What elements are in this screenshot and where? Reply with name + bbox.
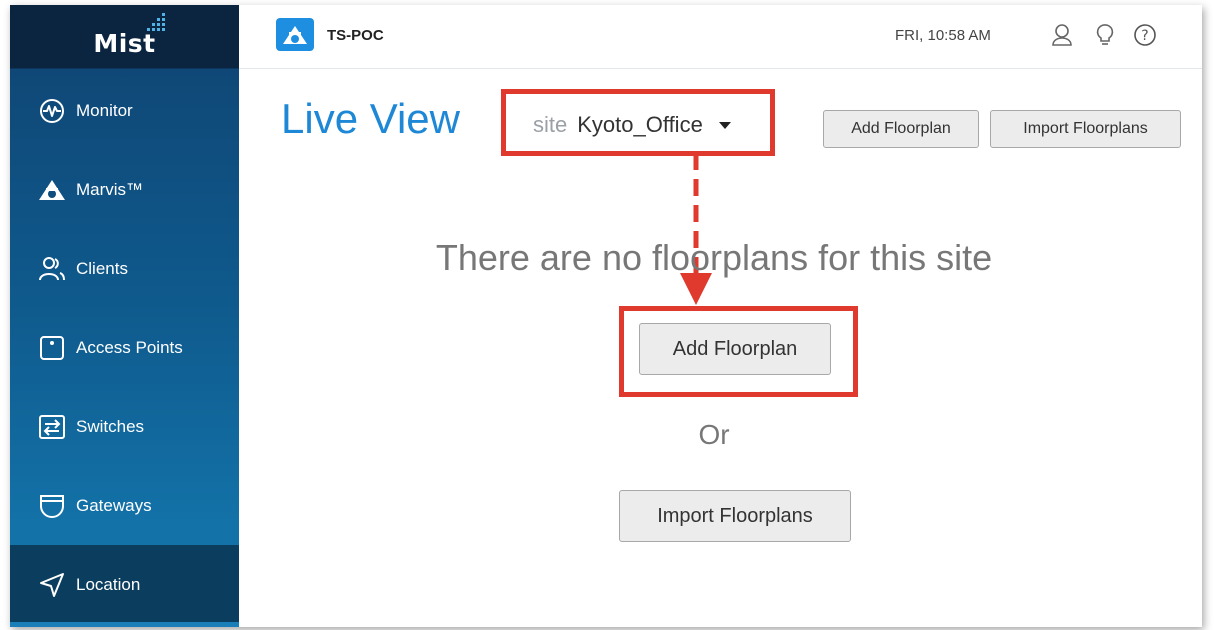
sidebar-item-monitor[interactable]: Monitor: [10, 71, 239, 150]
location-icon: [37, 570, 67, 600]
empty-state-message: There are no floorplans for this site: [435, 237, 993, 278]
page-title: Live View: [281, 95, 460, 142]
sidebar-item-label: Marvis™: [76, 179, 144, 199]
marvis-icon: [37, 175, 67, 205]
sidebar-item-switches[interactable]: Switches: [10, 387, 239, 466]
sidebar-item-label: Switches: [76, 416, 145, 436]
user-icon[interactable]: [1049, 22, 1075, 48]
annotation-arrow: [680, 153, 712, 305]
top-header: TS-POC FRI, 10:58 AM ?: [239, 5, 1202, 69]
sidebar-item-label: Location: [76, 574, 141, 594]
sidebar-item-label: Monitor: [76, 100, 133, 120]
sidebar-item-location[interactable]: Location: [10, 545, 239, 624]
sidebar-next-item-edge: [10, 622, 239, 627]
help-icon[interactable]: ?: [1132, 22, 1158, 48]
sidebar-item-marvis[interactable]: Marvis™: [10, 150, 239, 229]
add-floorplan-button[interactable]: Add Floorplan: [639, 323, 831, 375]
main-content: Live View site Kyoto_Office Add Floorpla…: [239, 69, 1202, 627]
highlight-box-site: [501, 89, 775, 156]
logo-dots-icon: [147, 13, 165, 31]
monitor-wave-icon: [37, 96, 67, 126]
or-separator: Or: [698, 419, 730, 450]
sidebar-item-access-points[interactable]: Access Points: [10, 308, 239, 387]
sidebar-item-clients[interactable]: Clients: [10, 229, 239, 308]
sidebar-item-label: Clients: [76, 258, 128, 278]
sidebar-item-label: Gateways: [76, 495, 152, 515]
mist-logo[interactable]: Mist: [10, 5, 239, 68]
gateway-icon: [37, 491, 67, 521]
switch-icon: [37, 412, 67, 442]
org-name[interactable]: TS-POC: [327, 27, 384, 44]
org-logo-icon[interactable]: [276, 18, 314, 51]
access-point-icon: [37, 333, 67, 363]
svg-text:?: ?: [1141, 28, 1148, 44]
sidebar-item-gateways[interactable]: Gateways: [10, 466, 239, 545]
import-floorplans-button-toolbar[interactable]: Import Floorplans: [990, 110, 1181, 148]
app-window: Mist Monitor Marvis™ Clients Access Poin: [10, 5, 1202, 627]
sidebar: Mist Monitor Marvis™ Clients Access Poin: [10, 5, 239, 627]
add-floorplan-button-toolbar[interactable]: Add Floorplan: [823, 110, 979, 148]
import-floorplans-button[interactable]: Import Floorplans: [619, 490, 851, 542]
lightbulb-icon[interactable]: [1092, 22, 1118, 48]
clock-time: FRI, 10:58 AM: [895, 27, 991, 44]
sidebar-item-label: Access Points: [76, 337, 183, 357]
clients-icon: [37, 254, 67, 284]
